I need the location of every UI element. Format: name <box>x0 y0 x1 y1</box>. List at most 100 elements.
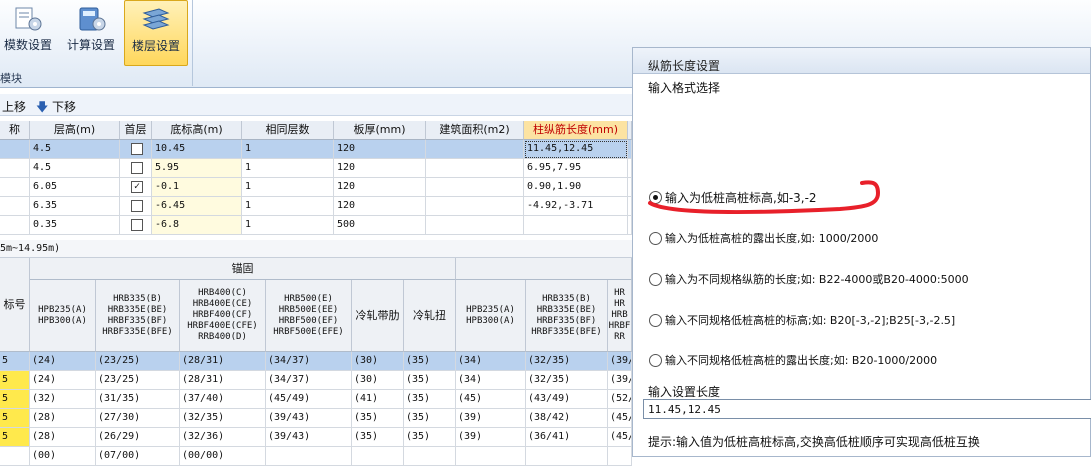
anchor-col-header[interactable]: HPB235(A) HPB300(A) <box>456 280 526 352</box>
anchor-cell[interactable]: (34) <box>456 371 526 390</box>
anchor-cell[interactable]: (32/35) <box>526 371 608 390</box>
col-header-same[interactable]: 相同层数 <box>242 121 334 140</box>
floor-cell-name[interactable] <box>0 216 30 235</box>
floor-cell-name[interactable] <box>0 140 30 159</box>
anchor-cell[interactable]: (45/ <box>608 409 632 428</box>
floor-cell-bottom[interactable]: 5.95 <box>152 159 242 178</box>
anchor-cell[interactable]: 5 <box>0 352 30 371</box>
anchor-cell[interactable]: (28) <box>30 409 96 428</box>
option-spec-elevation[interactable]: 输入不同规格低桩高桩的标高;如: B20[-3,-2];B25[-3,-2.5] <box>649 312 955 328</box>
anchor-cell[interactable]: (35) <box>404 371 456 390</box>
floor-cell-height[interactable]: 6.35 <box>30 197 120 216</box>
col-header-length[interactable]: 柱纵筋长度(mm) <box>524 121 628 140</box>
anchor-cell[interactable]: (32/36) <box>180 428 266 447</box>
floor-cell-name[interactable] <box>0 178 30 197</box>
floor-cell-height[interactable]: 4.5 <box>30 140 120 159</box>
anchor-cell[interactable]: (34/37) <box>266 371 352 390</box>
floor-cell-bottom[interactable]: -6.45 <box>152 197 242 216</box>
col-header-thick[interactable]: 板厚(mm) <box>334 121 426 140</box>
anchor-cell[interactable]: (39) <box>456 428 526 447</box>
anchor-cell[interactable]: (38/42) <box>526 409 608 428</box>
floor-cell-length[interactable] <box>524 216 628 235</box>
floor-cell-height[interactable]: 6.05 <box>30 178 120 197</box>
floor-cell-same[interactable]: 1 <box>242 216 334 235</box>
floor-cell-bottom[interactable]: -6.8 <box>152 216 242 235</box>
anchor-cell[interactable]: (32/35) <box>526 352 608 371</box>
floor-settings-button[interactable]: 楼层设置 <box>124 0 188 66</box>
anchor-cell[interactable]: (23/25) <box>96 352 180 371</box>
anchor-cell[interactable]: (39/43) <box>266 409 352 428</box>
radio-selected-icon[interactable] <box>649 191 662 204</box>
floor-cell-same[interactable]: 1 <box>242 197 334 216</box>
col-header-area[interactable]: 建筑面积(m2) <box>426 121 524 140</box>
floor-cell-area[interactable] <box>426 178 524 197</box>
radio-icon[interactable] <box>649 231 662 245</box>
radio-icon[interactable] <box>649 272 662 286</box>
floor-cell-height[interactable]: 4.5 <box>30 159 120 178</box>
floor-cell-name[interactable] <box>0 159 30 178</box>
length-input[interactable]: 11.45,12.45 <box>643 399 1091 419</box>
radio-icon[interactable] <box>649 313 662 327</box>
anchor-cell[interactable]: (39) <box>456 409 526 428</box>
anchor-cell[interactable]: (43/49) <box>526 390 608 409</box>
floor-cell-length[interactable]: -4.92,-3.71 <box>524 197 628 216</box>
anchor-cell[interactable]: (32/35) <box>180 409 266 428</box>
anchor-col-header[interactable]: HRB400(C) HRB400E(CE) HRBF400(CF) HRBF40… <box>180 280 266 352</box>
anchor-cell[interactable]: (32) <box>30 390 96 409</box>
floor-cell-thick[interactable]: 120 <box>334 197 426 216</box>
anchor-cell[interactable]: (45/49) <box>266 390 352 409</box>
anchor-cell[interactable]: (35) <box>404 390 456 409</box>
first-floor-checkbox-cell[interactable]: ✓ <box>120 178 152 197</box>
anchor-cell[interactable]: (28/31) <box>180 352 266 371</box>
floor-cell-thick[interactable]: 120 <box>334 178 426 197</box>
col-header-height[interactable]: 层高(m) <box>30 121 120 140</box>
checkbox-icon[interactable] <box>131 143 143 155</box>
option-spec-exposed[interactable]: 输入不同规格低桩高桩的露出长度;如: B20-1000/2000 <box>649 352 937 368</box>
first-floor-checkbox-cell[interactable] <box>120 197 152 216</box>
floor-cell-same[interactable]: 1 <box>242 159 334 178</box>
anchor-cell[interactable]: (34/37) <box>266 352 352 371</box>
anchor-cell[interactable]: (30) <box>352 371 404 390</box>
floor-cell-length[interactable]: 0.90,1.90 <box>524 178 628 197</box>
floor-cell-thick[interactable]: 500 <box>334 216 426 235</box>
radio-icon[interactable] <box>649 353 662 367</box>
anchor-cell[interactable]: (36/41) <box>526 428 608 447</box>
floor-cell-same[interactable]: 1 <box>242 140 334 159</box>
anchor-col-header[interactable]: HRB335(B) HRB335E(BE) HRBF335(BF) HRBF33… <box>526 280 608 352</box>
floor-cell-area[interactable] <box>426 216 524 235</box>
anchor-col-header[interactable]: HRB500(E) HRB500E(EE) HRBF500(EF) HRBF50… <box>266 280 352 352</box>
calc-settings-button[interactable]: 计算设置 <box>62 0 120 64</box>
floor-cell-name[interactable] <box>0 197 30 216</box>
anchor-cell[interactable]: (24) <box>30 371 96 390</box>
floor-cell-length[interactable]: 6.95,7.95 <box>524 159 628 178</box>
anchor-cell[interactable]: (41) <box>352 390 404 409</box>
floor-cell-bottom[interactable]: 10.45 <box>152 140 242 159</box>
first-floor-checkbox-cell[interactable] <box>120 216 152 235</box>
anchor-cell[interactable]: (26/29) <box>96 428 180 447</box>
option-exposed-length[interactable]: 输入为低桩高桩的露出长度,如: 1000/2000 <box>649 230 878 246</box>
anchor-cell[interactable]: 5 <box>0 390 30 409</box>
anchor-col-header[interactable]: HPB235(A) HPB300(A) <box>30 280 96 352</box>
anchor-col-header[interactable]: 冷轧扭 <box>404 280 456 352</box>
floor-cell-same[interactable]: 1 <box>242 178 334 197</box>
anchor-cell[interactable]: (27/30) <box>96 409 180 428</box>
move-up-button[interactable]: 上移 <box>2 98 26 115</box>
anchor-cell[interactable]: (35) <box>352 409 404 428</box>
floor-cell-length[interactable]: 11.45,12.45 <box>524 140 628 159</box>
anchor-cell[interactable]: (24) <box>30 352 96 371</box>
floor-cell-thick[interactable]: 120 <box>334 159 426 178</box>
checkbox-icon[interactable] <box>131 162 143 174</box>
anchor-cell[interactable]: (52/ <box>608 390 632 409</box>
first-floor-checkbox-cell[interactable] <box>120 140 152 159</box>
floor-cell-thick[interactable]: 120 <box>334 140 426 159</box>
anchor-cell[interactable]: (45/ <box>608 428 632 447</box>
anchor-cell[interactable]: (37/40) <box>180 390 266 409</box>
anchor-col-header[interactable]: HR HR HRB HRBF RR <box>608 280 632 352</box>
anchor-cell[interactable]: (35) <box>404 352 456 371</box>
option-spec-length[interactable]: 输入为不同规格纵筋的长度;如: B22-4000或B20-4000:5000 <box>649 271 969 287</box>
floor-cell-height[interactable]: 0.35 <box>30 216 120 235</box>
floor-cell-area[interactable] <box>426 140 524 159</box>
anchor-cell[interactable]: (28/31) <box>180 371 266 390</box>
anchor-cell[interactable]: (35) <box>352 428 404 447</box>
anchor-cell[interactable]: (39/ <box>608 352 632 371</box>
